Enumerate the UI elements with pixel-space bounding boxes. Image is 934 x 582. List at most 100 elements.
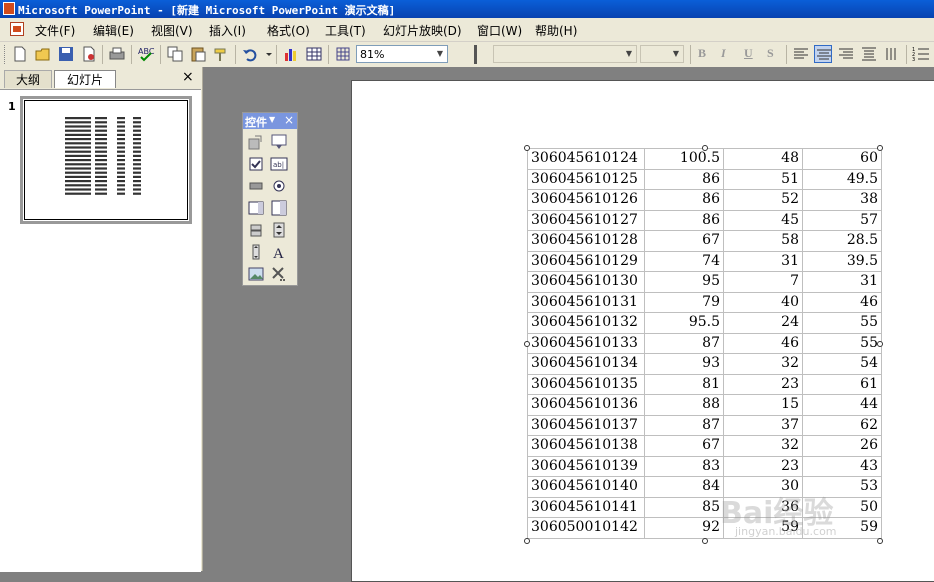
table-cell[interactable]: 43 [802, 455, 882, 477]
properties-icon[interactable] [247, 133, 265, 151]
table-cell[interactable]: 60 [802, 148, 882, 170]
table-cell[interactable]: 58 [723, 230, 803, 252]
save-icon[interactable] [57, 45, 75, 63]
table-cell[interactable]: 306045610135 [527, 373, 645, 395]
data-table[interactable]: 306045610124 100.5 48 60 306045610125 86 51 49.… [527, 148, 882, 539]
underline-button[interactable]: U [744, 46, 753, 61]
table-cell[interactable]: 306050010142 [527, 517, 645, 539]
tab-slides[interactable]: 幻灯片 [54, 70, 116, 88]
menu-format[interactable]: 格式(O) [267, 22, 310, 39]
align-center-icon[interactable] [814, 45, 832, 63]
label-control-icon[interactable]: A [270, 243, 288, 262]
table-cell[interactable]: 306045610134 [527, 353, 645, 375]
menu-slideshow[interactable]: 幻灯片放映(D) [383, 22, 462, 39]
new-document-icon[interactable] [11, 45, 29, 63]
undo-dropdown-icon[interactable] [260, 45, 272, 63]
selection-handle[interactable] [702, 145, 708, 151]
copy-icon[interactable] [166, 45, 184, 63]
table-cell[interactable]: 15 [723, 394, 803, 416]
option-button-control-icon[interactable] [270, 177, 288, 195]
table-cell[interactable]: 74 [644, 250, 724, 272]
table-cell[interactable]: 62 [802, 414, 882, 436]
table-cell[interactable]: 32 [723, 353, 803, 375]
table-cell[interactable]: 87 [644, 332, 724, 354]
shadow-button[interactable]: S [767, 46, 774, 61]
italic-button[interactable]: I [721, 46, 726, 61]
slide-thumbnail[interactable] [20, 96, 192, 224]
combobox-control-icon[interactable] [270, 199, 288, 217]
table-cell[interactable]: 306045610127 [527, 209, 645, 231]
table-cell[interactable]: 81 [644, 373, 724, 395]
chevron-down-icon[interactable]: ▼ [269, 115, 275, 124]
numbered-list-icon[interactable]: 123 [912, 45, 930, 63]
print-icon[interactable] [108, 45, 126, 63]
menu-edit[interactable]: 编辑(E) [93, 22, 134, 39]
table-cell[interactable]: 79 [644, 291, 724, 313]
table-cell[interactable]: 38 [802, 189, 882, 211]
selection-handle[interactable] [702, 538, 708, 544]
table-cell[interactable]: 24 [723, 312, 803, 334]
selection-handle[interactable] [524, 538, 530, 544]
table-cell[interactable]: 306045610125 [527, 168, 645, 190]
table-cell[interactable]: 23 [723, 455, 803, 477]
spin-button-control-icon[interactable] [270, 221, 288, 239]
table-cell[interactable]: 37 [723, 414, 803, 436]
menu-window[interactable]: 窗口(W) [477, 22, 522, 39]
command-button-control-icon[interactable] [247, 177, 265, 195]
format-painter-icon[interactable] [212, 45, 230, 63]
selection-handle[interactable] [524, 145, 530, 151]
insert-chart-icon[interactable] [282, 45, 300, 63]
table-cell[interactable]: 306045610132 [527, 312, 645, 334]
table-cell[interactable]: 86 [644, 189, 724, 211]
table-cell[interactable]: 84 [644, 476, 724, 498]
grid-icon[interactable] [334, 45, 352, 63]
table-cell[interactable]: 67 [644, 435, 724, 457]
table-cell[interactable]: 306045610124 [527, 148, 645, 170]
menu-tools[interactable]: 工具(T) [325, 22, 366, 39]
table-cell[interactable]: 54 [802, 353, 882, 375]
undo-icon[interactable] [241, 45, 259, 63]
table-cell[interactable]: 306045610137 [527, 414, 645, 436]
selection-handle[interactable] [877, 341, 883, 347]
table-cell[interactable]: 40 [723, 291, 803, 313]
table-cell[interactable]: 306045610131 [527, 291, 645, 313]
table-cell[interactable]: 95.5 [644, 312, 724, 334]
table-cell[interactable]: 100.5 [644, 148, 724, 170]
table-cell[interactable]: 93 [644, 353, 724, 375]
table-cell[interactable]: 95 [644, 271, 724, 293]
menu-insert[interactable]: 插入(I) [209, 22, 246, 39]
more-controls-icon[interactable] [270, 265, 288, 283]
selection-handle[interactable] [524, 341, 530, 347]
distribute-icon[interactable] [860, 45, 878, 63]
table-cell[interactable]: 86 [644, 209, 724, 231]
table-cell[interactable]: 45 [723, 209, 803, 231]
table-cell[interactable]: 83 [644, 455, 724, 477]
table-cell[interactable]: 28.5 [802, 230, 882, 252]
align-left-icon[interactable] [792, 45, 810, 63]
scrollbar-control-icon[interactable] [247, 243, 265, 261]
menu-help[interactable]: 帮助(H) [535, 22, 577, 39]
powerpoint-app-icon[interactable] [3, 2, 15, 15]
toolbar-grip[interactable] [4, 45, 8, 64]
table-cell[interactable]: 46 [802, 291, 882, 313]
spelling-icon[interactable]: ABC [137, 45, 155, 63]
table-cell[interactable]: 52 [723, 189, 803, 211]
table-cell[interactable]: 31 [802, 271, 882, 293]
table-cell[interactable]: 49.5 [802, 168, 882, 190]
table-cell[interactable]: 306045610140 [527, 476, 645, 498]
table-cell[interactable]: 55 [802, 312, 882, 334]
checkbox-control-icon[interactable] [247, 155, 265, 173]
table-cell[interactable]: 306045610136 [527, 394, 645, 416]
table-cell[interactable]: 306045610138 [527, 435, 645, 457]
table-cell[interactable]: 88 [644, 394, 724, 416]
table-cell[interactable]: 55 [802, 332, 882, 354]
table-cell[interactable]: 51 [723, 168, 803, 190]
table-cell[interactable]: 86 [644, 168, 724, 190]
toolbar-resize-handle[interactable] [474, 45, 479, 64]
table-cell[interactable]: 57 [802, 209, 882, 231]
align-right-icon[interactable] [837, 45, 855, 63]
table-cell[interactable]: 87 [644, 414, 724, 436]
listbox-control-icon[interactable] [247, 199, 265, 217]
table-cell[interactable]: 306045610139 [527, 455, 645, 477]
bold-button[interactable]: B [698, 46, 706, 61]
